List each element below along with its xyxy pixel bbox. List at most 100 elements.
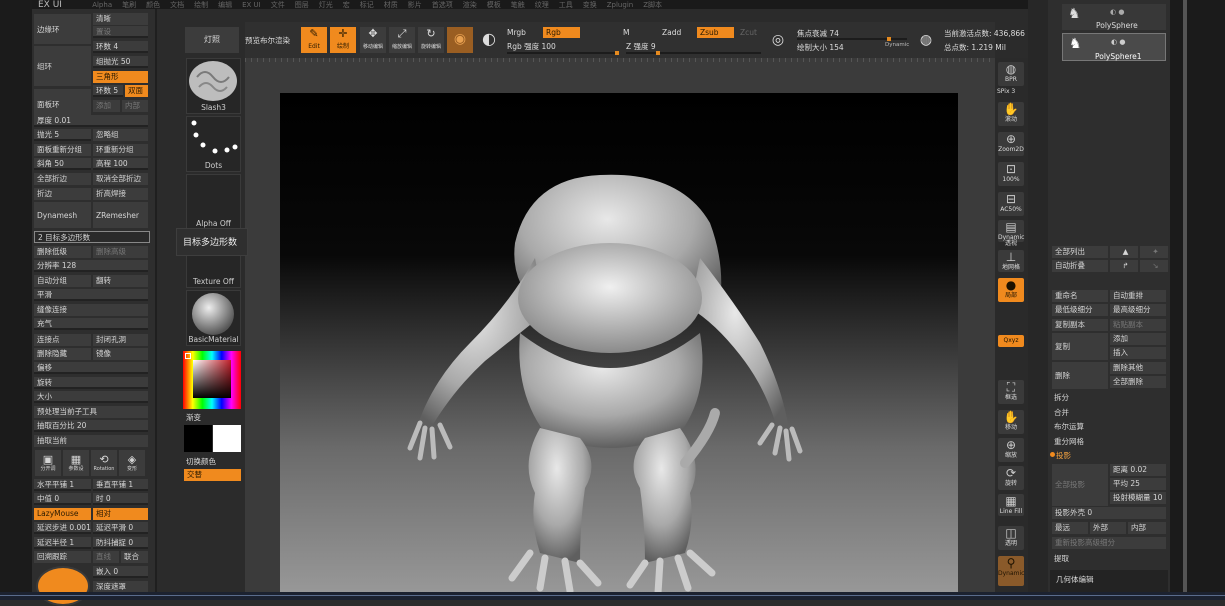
delete-hidden-button[interactable]: 删除隐藏 [34, 348, 91, 360]
menu-item[interactable]: Alpha [92, 1, 112, 9]
menu-item[interactable]: Zplugin [607, 1, 633, 9]
menu-item[interactable]: 材质 [384, 0, 398, 9]
delete-all-button[interactable]: 全部删除 [1110, 376, 1166, 388]
linefill-button[interactable]: ▦ Line Fill [998, 494, 1024, 516]
backtrack-slider[interactable]: 防抖捕捉 0 [93, 537, 148, 549]
primary-color-swatch[interactable] [184, 425, 212, 452]
material-mode-button[interactable]: ◉ [447, 27, 473, 53]
boolean-menu[interactable]: 布尔运算 [1054, 421, 1084, 432]
rgb-intensity-track[interactable] [507, 51, 619, 55]
lazy-smooth-slider[interactable]: 延迟平滑 0 [93, 522, 148, 534]
insert-button[interactable]: 插入 [1110, 347, 1166, 359]
loops-slider[interactable]: 环数 4 [93, 41, 148, 53]
append-button[interactable]: 添加 [1110, 333, 1166, 345]
draw-button[interactable]: ✛ 绘制 [330, 27, 356, 53]
elevation-weld-button[interactable]: 折高焊接 [93, 188, 148, 200]
dynamic-button[interactable]: ⚲ Dynamic [998, 556, 1024, 586]
rgb-intensity-slider[interactable]: Rgb 强度 100 [507, 41, 556, 52]
menu-item[interactable]: 模板 [487, 0, 501, 9]
menu-item[interactable]: Z脚本 [643, 0, 662, 9]
farthest-button[interactable]: 最远 [1052, 522, 1088, 534]
rotate-button[interactable]: ↻ 旋转编辑 [418, 27, 444, 53]
zoom100-button[interactable]: ⊡ 100% [998, 162, 1024, 186]
menu-item[interactable]: 图层 [295, 0, 309, 9]
embed-slider[interactable]: 嵌入 0 [93, 566, 148, 578]
zsub-button[interactable]: Zsub [697, 27, 734, 38]
ignore-groups-button[interactable]: 忽略组 [93, 129, 148, 141]
horizontal-tile-slider[interactable]: 水平平铺 1 [34, 479, 91, 491]
delete-lower-button[interactable]: 删除低级 [34, 246, 91, 258]
menu-item[interactable]: 灯光 [319, 0, 333, 9]
split-menu[interactable]: 拆分 [1054, 392, 1069, 403]
reproject-button[interactable]: 重新投影高级细分 [1052, 537, 1166, 549]
delete-other-button[interactable]: 删除其他 [1110, 362, 1166, 374]
loop-regroup-button[interactable]: 环重新分组 [93, 144, 148, 156]
double-button[interactable]: 双面 [125, 85, 148, 97]
edge-ring-button[interactable]: 组环 [34, 46, 91, 86]
menu-item[interactable]: 标记 [360, 0, 374, 9]
close-holes-button[interactable]: 封闭孔洞 [93, 334, 148, 346]
line-button[interactable]: 直线 [93, 551, 119, 563]
duplicate-button[interactable]: 复制 [1052, 333, 1108, 360]
m-button[interactable]: M [623, 28, 629, 37]
extract-menu[interactable]: 提取 [1054, 553, 1069, 564]
crease-all-button[interactable]: 全部折边 [34, 173, 91, 185]
lazymouse-radius-dial[interactable] [36, 566, 90, 606]
menu-item[interactable]: 文档 [170, 0, 184, 9]
pa-blur-slider[interactable]: 投射模糊量 10 [1110, 492, 1166, 504]
connect-points-button[interactable]: 连接点 [34, 334, 91, 346]
edit-button[interactable]: ✎ Edit [301, 27, 327, 53]
thickness-slider[interactable]: 厚度 0.01 [34, 115, 148, 127]
spix-slider[interactable]: SPix 3 [997, 88, 1025, 98]
remesh-menu[interactable]: 重分网格 [1054, 436, 1084, 447]
time-slider[interactable]: 时 0 [93, 493, 148, 505]
deform-tool-button[interactable]: ◈ 变形 [119, 450, 145, 476]
scale-button[interactable]: ⤢ 缩放编辑 [389, 27, 415, 53]
copy-subtool-button[interactable]: 复制副本 [1052, 319, 1108, 331]
rotate-slider[interactable]: 旋转 [34, 377, 148, 389]
outer-button[interactable]: 外部 [1090, 522, 1126, 534]
resolution-slider[interactable]: 分辨率 128 [34, 260, 148, 272]
focal-shift-icon[interactable]: ◎ [767, 29, 789, 51]
xyz-button[interactable]: Qxyz [998, 335, 1024, 347]
move-view-button[interactable]: ✋ 移动 [998, 410, 1024, 434]
draw-size-slider[interactable]: 绘制大小 154 [797, 42, 844, 53]
right-scrollbar[interactable] [1183, 0, 1187, 600]
z-intensity-knob[interactable] [656, 51, 660, 55]
sculpt-model[interactable] [280, 93, 958, 600]
offset-slider[interactable]: 偏移 [34, 362, 148, 374]
lazymouse-button[interactable]: LazyMouse [34, 508, 91, 520]
relative-button[interactable]: 相对 [93, 508, 148, 520]
menu-item[interactable]: 绘制 [194, 0, 208, 9]
vertical-tile-slider[interactable]: 垂直平铺 1 [93, 479, 148, 491]
menu-item[interactable]: EX UI [242, 1, 261, 9]
project-shell-slider[interactable]: 投影外壳 0 [1052, 507, 1166, 519]
auto-reorder-button[interactable]: 自动重排 [1110, 290, 1166, 302]
lowest-subdiv-button[interactable]: 最低级细分 [1052, 304, 1108, 316]
auto-collapse-button[interactable]: 自动折叠 [1052, 260, 1108, 272]
menu-item[interactable]: 工具 [559, 0, 573, 9]
preview-boolean-label[interactable]: 预览布尔渲染 [245, 35, 290, 46]
lazy-radius-slider[interactable]: 延迟半径 1 [34, 537, 91, 549]
dynamesh-button[interactable]: Dynamesh [34, 202, 91, 228]
add-button[interactable]: 添加 [93, 100, 120, 112]
lazy-step-slider[interactable]: 延迟步进 0.001 [34, 522, 91, 534]
switch-color-label[interactable]: 切换颜色 [186, 456, 216, 467]
crease-button[interactable]: 清晰 [93, 13, 148, 25]
brush-thumbnail[interactable]: Slash3 [186, 58, 241, 114]
menu-item[interactable]: 变换 [583, 0, 597, 9]
z-intensity-track[interactable] [626, 51, 761, 55]
geometry-menu[interactable]: 几何体编辑 [1056, 574, 1094, 585]
move-button[interactable]: ✥ 移动编辑 [360, 27, 386, 53]
menu-item[interactable]: 首选项 [432, 0, 453, 9]
group-smooth-slider[interactable]: 组抛光 50 [93, 56, 148, 68]
focal-shift-knob[interactable] [887, 37, 891, 41]
middle-slider[interactable]: 中值 0 [34, 493, 91, 505]
alpha-thumbnail[interactable]: Alpha Off [186, 174, 241, 230]
subtool-item[interactable]: ♞ PolySphere ◐ ● [1062, 4, 1166, 30]
link-button[interactable]: 联合 [121, 551, 148, 563]
bpr-button[interactable]: ◍ BPR [998, 62, 1024, 86]
inner-button-right[interactable]: 内部 [1128, 522, 1166, 534]
inner-button[interactable]: 内部 [122, 100, 148, 112]
scroll-button[interactable]: ✋ 滚动 [998, 102, 1024, 126]
